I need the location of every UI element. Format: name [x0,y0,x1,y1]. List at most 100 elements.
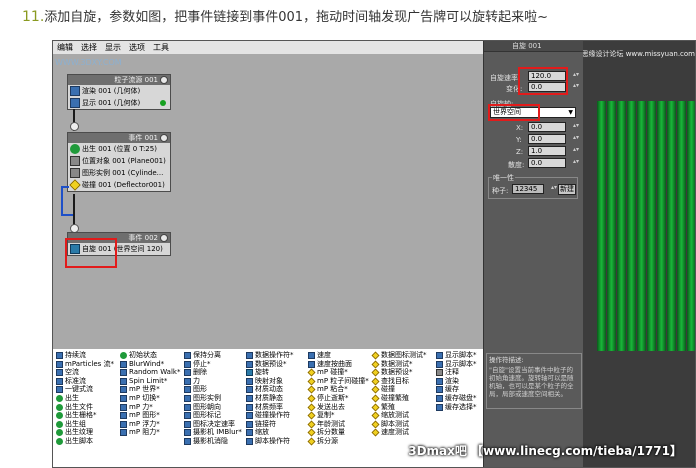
seed-input[interactable]: 12345 [512,184,557,194]
menu-select[interactable]: 选择 [77,41,101,54]
z-input[interactable]: 1.0 [528,146,579,156]
node-row-position-object[interactable]: 位置对象 001 (Plane001) [68,155,170,167]
depot-item[interactable]: mP 浮力* [119,420,185,429]
depot-item[interactable]: 空流 [55,368,121,377]
menu-options[interactable]: 选项 [125,41,149,54]
depot-item[interactable]: 保持分离 [183,351,249,360]
depot-item[interactable]: 出生纹理 [55,428,121,437]
depot-item[interactable]: 复制* [307,411,373,420]
depot-item[interactable]: 注释 [435,368,483,377]
depot-item[interactable]: 摄影机消隐 [183,437,249,446]
depot-item[interactable]: mP 图形* [119,411,185,420]
depot-item[interactable]: 数据预设* [245,360,311,369]
billboard-strip [677,101,686,351]
output-socket[interactable] [70,122,79,131]
depot-item[interactable]: mP 粘合* [307,385,373,394]
depot-item[interactable]: 力 [183,377,249,386]
depot-item[interactable]: 碰撞操作符 [245,411,311,420]
node-row-render[interactable]: 渲染 001 (几何体) [68,85,170,97]
depot-item[interactable]: 图标决定速率 [183,420,249,429]
depot-item[interactable]: 摄影机 IMBlur* [183,428,249,437]
depot-item[interactable]: 旋转 [245,368,311,377]
depot-item[interactable]: 碰撞繁殖 [371,394,437,403]
depot-item[interactable]: 停止逝斯* [307,394,373,403]
depot-item[interactable]: 图形实例 [183,394,249,403]
depot-item[interactable]: 映射对象 [245,377,311,386]
depot-item[interactable]: 缓存 [435,385,483,394]
divergence-input[interactable]: 0.0 [528,158,579,168]
operator-icon [56,377,63,385]
depot-item[interactable]: 停止* [183,360,249,369]
3d-viewport[interactable]: 思缘设计论坛 www.missyuan.com [583,41,695,467]
depot-item[interactable]: 一键式流 [55,385,121,394]
operator-icon [184,403,191,411]
operator-icon [56,437,63,445]
depot-item[interactable]: 出生组 [55,420,121,429]
node-row-shape-instance[interactable]: 图形实例 001 (Cylinde... [68,167,170,179]
depot-item[interactable]: 年龄测试 [307,420,373,429]
event-display[interactable]: WWW.3DXY.COM 粒子流源 001 渲染 001 (几何体) 显示 00… [53,54,483,349]
depot-item[interactable]: 显示脚本* [435,351,483,360]
depot-item[interactable]: mP 世界* [119,385,185,394]
depot-item[interactable]: 缩放 [245,428,311,437]
menu-tools[interactable]: 工具 [149,41,173,54]
depot-item[interactable]: 速度 [307,351,373,360]
depot-item[interactable]: mP 粒子间碰撞* [307,377,373,386]
menu-edit[interactable]: 编辑 [53,41,77,54]
particle-flow-node[interactable]: 粒子流源 001 渲染 001 (几何体) 显示 001 (几何体) [67,74,171,110]
depot-item[interactable]: 显示脚本* [435,360,483,369]
depot-item[interactable]: 出生 [55,394,121,403]
depot-item[interactable]: 拆分源 [307,437,373,446]
depot-item[interactable]: Spin Limit* [119,377,185,386]
divergence-label: 散度: [508,161,525,169]
depot-item[interactable]: 链接符 [245,420,311,429]
depot-item[interactable]: 繁殖 [371,403,437,412]
depot-item[interactable]: 缩放测试 [371,411,437,420]
depot-item[interactable]: 数据操作符* [245,351,311,360]
test-icon [307,403,316,412]
depot-item[interactable]: 拆分数量 [307,428,373,437]
depot-item[interactable]: 碰撞 [371,385,437,394]
depot-item[interactable]: mParticles 流* [55,360,121,369]
depot-item[interactable]: 初始状态 [119,351,185,360]
depot-item[interactable]: 脚本操作符 [245,437,311,446]
depot-item[interactable]: 出生脚本 [55,437,121,446]
depot-item[interactable]: 数据图标测试* [371,351,437,360]
depot-item[interactable]: 发送出去 [307,403,373,412]
depot-item[interactable]: 缓存选择* [435,403,483,412]
depot-item[interactable]: 图形朝向 [183,403,249,412]
depot-item[interactable]: 速度按曲面 [307,360,373,369]
depot-item[interactable]: 脚本测试 [371,420,437,429]
menu-display[interactable]: 显示 [101,41,125,54]
node-row-display[interactable]: 显示 001 (几何体) [68,97,170,109]
depot-item[interactable]: BlurWind* [119,360,185,369]
depot-item[interactable]: 材质动态 [245,385,311,394]
depot-item[interactable]: mP 力* [119,403,185,412]
depot-item[interactable]: 删除 [183,368,249,377]
node-row-collision[interactable]: 碰撞 001 (Deflector001) [68,179,170,191]
depot-item[interactable]: 标准流 [55,377,121,386]
depot-item[interactable]: 持续流 [55,351,121,360]
event-001-node[interactable]: 事件 001 出生 001 (位置 0 T:25) 位置对象 001 (Plan… [67,132,171,192]
depot-item[interactable]: 数据预设* [371,368,437,377]
depot-item[interactable]: 图形 [183,385,249,394]
depot-item[interactable]: Random Walk* [119,368,185,377]
depot-item[interactable]: 材质频率 [245,403,311,412]
depot-item[interactable]: 渲染 [435,377,483,386]
y-input[interactable]: 0.0 [528,134,579,144]
depot-item[interactable]: 出生栅格* [55,411,121,420]
depot-item[interactable]: mP 阻力* [119,428,185,437]
depot-item[interactable]: mP 碰撞* [307,368,373,377]
node-row-birth[interactable]: 出生 001 (位置 0 T:25) [68,143,170,155]
new-seed-button[interactable]: 新建 [558,184,576,195]
depot-item[interactable]: 数据测试* [371,360,437,369]
depot-item[interactable]: 出生文件 [55,403,121,412]
node-pin-icon [160,134,168,142]
depot-item[interactable]: 材质静态 [245,394,311,403]
depot-item[interactable]: 速度测试 [371,428,437,437]
depot-item[interactable]: 查找目标 [371,377,437,386]
depot-item[interactable]: 图形标记 [183,411,249,420]
depot-item[interactable]: 缓存磁盘* [435,394,483,403]
x-input[interactable]: 0.0 [528,122,579,132]
depot-item[interactable]: mP 切换* [119,394,185,403]
